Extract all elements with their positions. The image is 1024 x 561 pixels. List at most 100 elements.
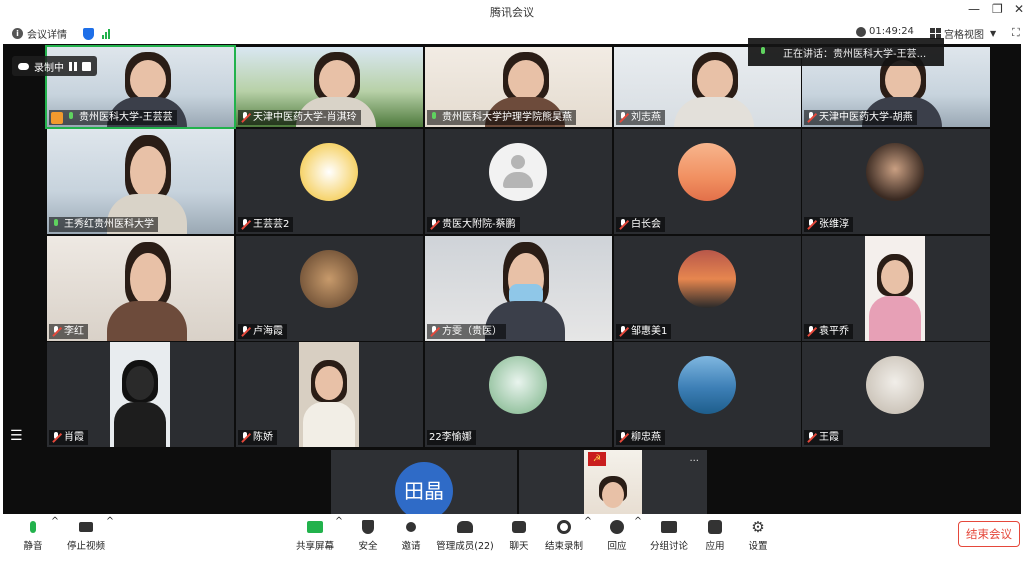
network-signal-icon[interactable] xyxy=(102,28,110,39)
participant-tile[interactable]: 王芸芸2 xyxy=(236,129,423,234)
participant-tile[interactable]: 王霞 xyxy=(802,342,990,447)
meeting-window: 腾讯会议 — ❐ ✕ i 会议详情 01:49:24 宫格视图 ▼ ⛶ 贵州医科… xyxy=(0,0,1024,561)
participant-name: 天津中医药大学-胡燕 xyxy=(819,112,913,123)
stop-video-button[interactable]: 停止视频 xyxy=(64,516,108,552)
participant-tile[interactable]: 天津中医药大学-肖淇玲 xyxy=(236,47,423,127)
participant-name-tag: 陈娇 xyxy=(238,430,277,445)
reactions-button[interactable]: 回应 xyxy=(603,516,631,552)
participant-name: 王霞 xyxy=(819,432,839,443)
participant-name-tag: 刘志燕 xyxy=(616,110,665,125)
mic-muted-icon xyxy=(618,326,628,337)
avatar: 田晶 xyxy=(395,462,453,514)
avatar xyxy=(489,356,547,414)
participant-name: 李红 xyxy=(64,326,84,337)
apps-button[interactable]: 应用 xyxy=(701,516,729,552)
mic-icon xyxy=(66,112,76,123)
participant-tile[interactable]: 肖霞 xyxy=(47,342,234,447)
end-recording-button[interactable]: 结束录制 xyxy=(543,516,585,552)
participant-name-tag: 天津中医药大学-肖淇玲 xyxy=(238,110,361,125)
participant-tile[interactable]: 李红 xyxy=(47,236,234,341)
pause-recording-icon[interactable] xyxy=(69,61,77,71)
end-recording-label: 结束录制 xyxy=(544,541,583,552)
participant-tile[interactable]: 张维淳 xyxy=(802,129,990,234)
clock-icon xyxy=(856,26,866,37)
video-feed xyxy=(299,342,359,447)
mic-muted-icon xyxy=(806,112,816,123)
more-options-icon[interactable]: ··· xyxy=(689,456,699,467)
bottom-toolbar: 静音 ^ 停止视频 ^ 共享屏幕 ^ 安全 邀请 管理成员(22) 聊天 结束录… xyxy=(0,514,1024,561)
strip-tile-avatar[interactable]: 田晶 xyxy=(331,450,517,514)
mic-muted-icon xyxy=(51,326,61,337)
mic-icon xyxy=(51,219,61,230)
participant-name-tag: 卢海霞 xyxy=(238,324,287,339)
fullscreen-icon[interactable]: ⛶ xyxy=(1012,26,1020,40)
participant-name-tag: 22李愉娜 xyxy=(427,430,476,445)
participant-name-tag: 肖霞 xyxy=(49,430,88,445)
minimize-icon[interactable]: — xyxy=(968,2,980,16)
participant-name-tag: 柳忠燕 xyxy=(616,430,665,445)
mic-muted-icon xyxy=(618,432,628,443)
close-icon[interactable]: ✕ xyxy=(1014,2,1024,16)
participant-name: 袁平乔 xyxy=(819,326,849,337)
timer-text: 01:49:24 xyxy=(869,26,914,37)
mic-muted-icon xyxy=(806,326,816,337)
participant-list-toggle-icon[interactable]: ☰ xyxy=(10,428,23,444)
participant-tile[interactable]: 贵州医科大学护理学院熊昊燕 xyxy=(425,47,612,127)
participant-name-tag: 王秀红贵州医科大学 xyxy=(49,217,158,232)
participant-tile[interactable]: 白长会 xyxy=(614,129,801,234)
view-mode-label: 宫格视图 xyxy=(944,30,984,41)
restore-icon[interactable]: ❐ xyxy=(992,2,1003,16)
mute-options-chevron-icon[interactable]: ^ xyxy=(51,516,59,527)
participant-tile[interactable]: 邹惠美1 xyxy=(614,236,801,341)
strip-tile-video[interactable]: ☭ ··· xyxy=(519,450,707,514)
stop-recording-icon[interactable] xyxy=(82,61,91,71)
members-icon xyxy=(457,521,473,533)
meeting-details-button[interactable]: i 会议详情 xyxy=(12,26,110,41)
chat-button[interactable]: 聊天 xyxy=(505,516,533,552)
share-screen-icon xyxy=(307,521,323,533)
participant-tile[interactable]: 袁平乔 xyxy=(802,236,990,341)
avatar xyxy=(866,356,924,414)
host-badge-icon xyxy=(51,111,63,124)
participant-name: 王芸芸2 xyxy=(253,219,290,230)
mic-muted-icon xyxy=(240,326,250,337)
participant-tile[interactable]: 贵医大附院-蔡鹏 xyxy=(425,129,612,234)
settings-button[interactable]: ⚙ 设置 xyxy=(744,516,772,552)
participant-tile[interactable]: 方雯（贵医） xyxy=(425,236,612,341)
security-button[interactable]: 安全 xyxy=(354,516,382,552)
manage-members-button[interactable]: 管理成员(22) xyxy=(436,516,494,552)
recording-options-chevron-icon[interactable]: ^ xyxy=(584,516,592,527)
participant-tile[interactable]: 陈娇 xyxy=(236,342,423,447)
mic-muted-icon xyxy=(429,219,439,230)
mic-muted-icon xyxy=(806,432,816,443)
avatar xyxy=(678,143,736,201)
info-icon: i xyxy=(12,28,23,39)
shield-icon xyxy=(362,520,374,534)
emblem-icon: ☭ xyxy=(588,452,606,466)
participant-tile[interactable]: 卢海霞 xyxy=(236,236,423,341)
participant-name-tag: 邹惠美1 xyxy=(616,324,672,339)
invite-label: 邀请 xyxy=(401,541,421,552)
chat-label: 聊天 xyxy=(509,541,529,552)
security-shield-icon[interactable] xyxy=(83,27,94,40)
participant-name-tag: 袁平乔 xyxy=(804,324,853,339)
reactions-options-chevron-icon[interactable]: ^ xyxy=(634,516,642,527)
participant-name-tag: 天津中医药大学-胡燕 xyxy=(804,110,917,125)
share-screen-button[interactable]: 共享屏幕 xyxy=(294,516,336,552)
participant-name-tag: 贵州医科大学-王芸芸 xyxy=(49,110,177,125)
breakout-icon xyxy=(661,521,677,533)
mic-icon xyxy=(30,521,36,533)
recording-status: 录制中 xyxy=(34,62,64,74)
mic-icon xyxy=(429,112,439,123)
breakout-rooms-button[interactable]: 分组讨论 xyxy=(648,516,690,552)
participant-tile[interactable]: 柳忠燕 xyxy=(614,342,801,447)
settings-label: 设置 xyxy=(748,541,768,552)
participant-tile[interactable]: 22李愉娜 xyxy=(425,342,612,447)
mute-button[interactable]: 静音 xyxy=(18,516,48,552)
mic-muted-icon xyxy=(240,219,250,230)
participant-tile[interactable]: 王秀红贵州医科大学 xyxy=(47,129,234,234)
invite-button[interactable]: 邀请 xyxy=(397,516,425,552)
end-meeting-button[interactable]: 结束会议 xyxy=(958,521,1020,547)
video-options-chevron-icon[interactable]: ^ xyxy=(106,516,114,527)
share-options-chevron-icon[interactable]: ^ xyxy=(335,516,343,527)
